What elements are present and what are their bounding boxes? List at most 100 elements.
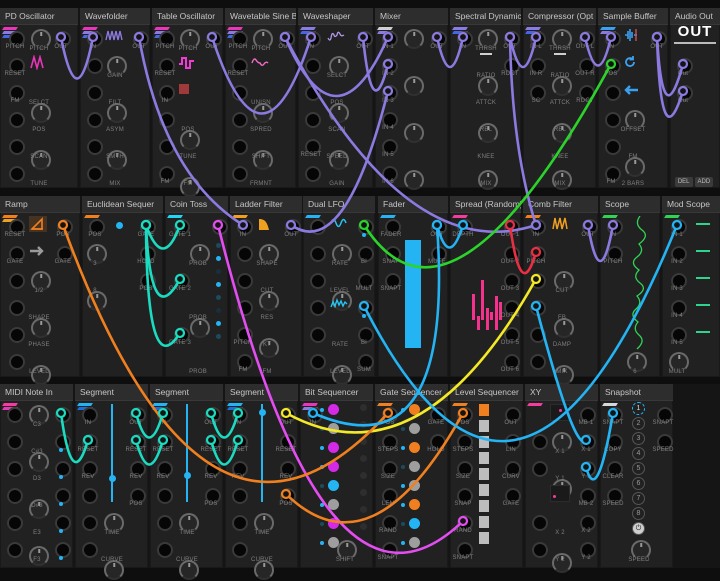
segment-slider[interactable] (180, 404, 194, 502)
module-title[interactable]: Euclidean Sequer (82, 196, 163, 213)
level-cell[interactable] (479, 532, 489, 544)
port-jack[interactable] (605, 139, 621, 155)
port-jack[interactable] (82, 542, 98, 558)
step-cell[interactable] (409, 461, 420, 472)
module-title[interactable]: Mod Scope (662, 196, 720, 213)
module-title[interactable]: Fader (378, 196, 448, 213)
port-jack[interactable] (55, 542, 71, 558)
module-title[interactable]: Gate Sequencer (375, 384, 448, 401)
port-jack[interactable] (7, 542, 23, 558)
port-jack[interactable] (7, 488, 23, 504)
knob-curve[interactable] (254, 560, 274, 580)
level-cell[interactable] (479, 420, 489, 432)
port-jack[interactable] (7, 434, 23, 450)
knob-phase[interactable] (31, 365, 51, 385)
port-jack[interactable] (305, 112, 321, 128)
knob-jack[interactable] (404, 123, 424, 143)
step-cell[interactable] (328, 423, 339, 434)
module-title[interactable]: Coin Toss (165, 196, 228, 213)
module-title[interactable]: Segment (225, 384, 298, 401)
port-jack[interactable] (530, 300, 546, 316)
port-jack[interactable] (82, 515, 98, 531)
port-jack[interactable] (232, 542, 248, 558)
level-cell[interactable] (479, 452, 489, 464)
module-title[interactable]: Wavetable Sine B (225, 8, 296, 25)
port-jack[interactable] (232, 166, 248, 182)
port-jack[interactable] (87, 166, 103, 182)
step-cell[interactable] (409, 404, 420, 415)
knob-cut[interactable] (259, 291, 279, 311)
module-title[interactable]: Compressor (Opt (523, 8, 596, 25)
knob-d-3[interactable] (29, 546, 49, 566)
knob-rel[interactable] (552, 170, 572, 190)
port-jack[interactable] (157, 515, 173, 531)
level-cell[interactable] (479, 500, 489, 512)
knob-pos[interactable] (329, 103, 349, 123)
xy-pad[interactable] (550, 404, 570, 421)
segment-slider[interactable] (105, 404, 119, 502)
knob-tune[interactable] (180, 177, 200, 197)
module-title[interactable]: Segment (75, 384, 148, 401)
step-cell[interactable] (409, 537, 420, 548)
module-title[interactable]: Ladder Filter (230, 196, 302, 213)
step-cell[interactable] (328, 518, 339, 529)
port-jack[interactable] (530, 354, 546, 370)
port-jack[interactable] (232, 112, 248, 128)
port-jack[interactable] (7, 461, 23, 477)
snapshot-slot-8[interactable]: 8 (632, 507, 645, 520)
module-title[interactable]: Comb Filter (523, 196, 598, 213)
knob-scan[interactable] (329, 150, 349, 170)
port-jack[interactable] (9, 139, 25, 155)
port-jack[interactable] (87, 112, 103, 128)
port-jack[interactable] (310, 327, 326, 343)
module-title[interactable]: Snapshot (600, 384, 673, 401)
module-title[interactable]: Segment (150, 384, 223, 401)
port-jack[interactable] (9, 300, 25, 316)
knob-rel[interactable] (478, 170, 498, 190)
module-title[interactable]: Waveshaper (298, 8, 373, 25)
module-title[interactable]: Spectral Dynamic (450, 8, 521, 25)
port-jack[interactable] (237, 273, 253, 289)
knob-spred[interactable] (253, 150, 273, 170)
port-jack[interactable] (232, 85, 248, 101)
port-jack[interactable] (530, 273, 546, 289)
step-cell[interactable] (328, 461, 339, 472)
port-jack[interactable] (55, 515, 71, 531)
port-jack[interactable] (532, 434, 548, 450)
step-cell[interactable] (328, 480, 339, 491)
port-jack[interactable] (87, 58, 103, 74)
port-jack[interactable] (237, 246, 253, 262)
module-title[interactable]: Dual LFO (303, 196, 375, 213)
knob-fb[interactable] (554, 318, 574, 338)
knob-ratio[interactable] (478, 76, 498, 96)
step-cell[interactable] (328, 499, 339, 510)
knob-prob[interactable] (190, 318, 210, 338)
snapshot-slot-6[interactable]: 6 (632, 477, 645, 490)
step-cell[interactable] (328, 442, 339, 453)
knob-attck[interactable] (478, 123, 498, 143)
knob-shape[interactable] (31, 318, 51, 338)
module-title[interactable]: Wavefolder (80, 8, 150, 25)
step-cell[interactable] (409, 499, 420, 510)
module-title[interactable]: Table Oscillator (152, 8, 223, 25)
module-title[interactable]: PD Oscillator (0, 8, 78, 25)
module-title[interactable]: MIDI Note In (0, 384, 73, 401)
module-title[interactable]: Sample Buffer (598, 8, 668, 25)
port-jack[interactable] (7, 515, 23, 531)
knob-curve[interactable] (104, 560, 124, 580)
port-jack[interactable] (305, 58, 321, 74)
port-jack[interactable] (9, 327, 25, 343)
port-jack[interactable] (310, 246, 326, 262)
port-jack[interactable] (232, 515, 248, 531)
knob-filt[interactable] (107, 103, 127, 123)
port-jack[interactable] (9, 273, 25, 289)
snapshot-slot-5[interactable]: 5 (632, 462, 645, 475)
knob-pos[interactable] (31, 150, 51, 170)
port-jack[interactable] (87, 85, 103, 101)
level-cell[interactable] (479, 404, 489, 416)
knob-selct[interactable] (31, 103, 51, 123)
port-jack[interactable] (157, 542, 173, 558)
knob-res[interactable] (259, 338, 279, 358)
knob-damp[interactable] (554, 365, 574, 385)
knob-asym[interactable] (107, 150, 127, 170)
